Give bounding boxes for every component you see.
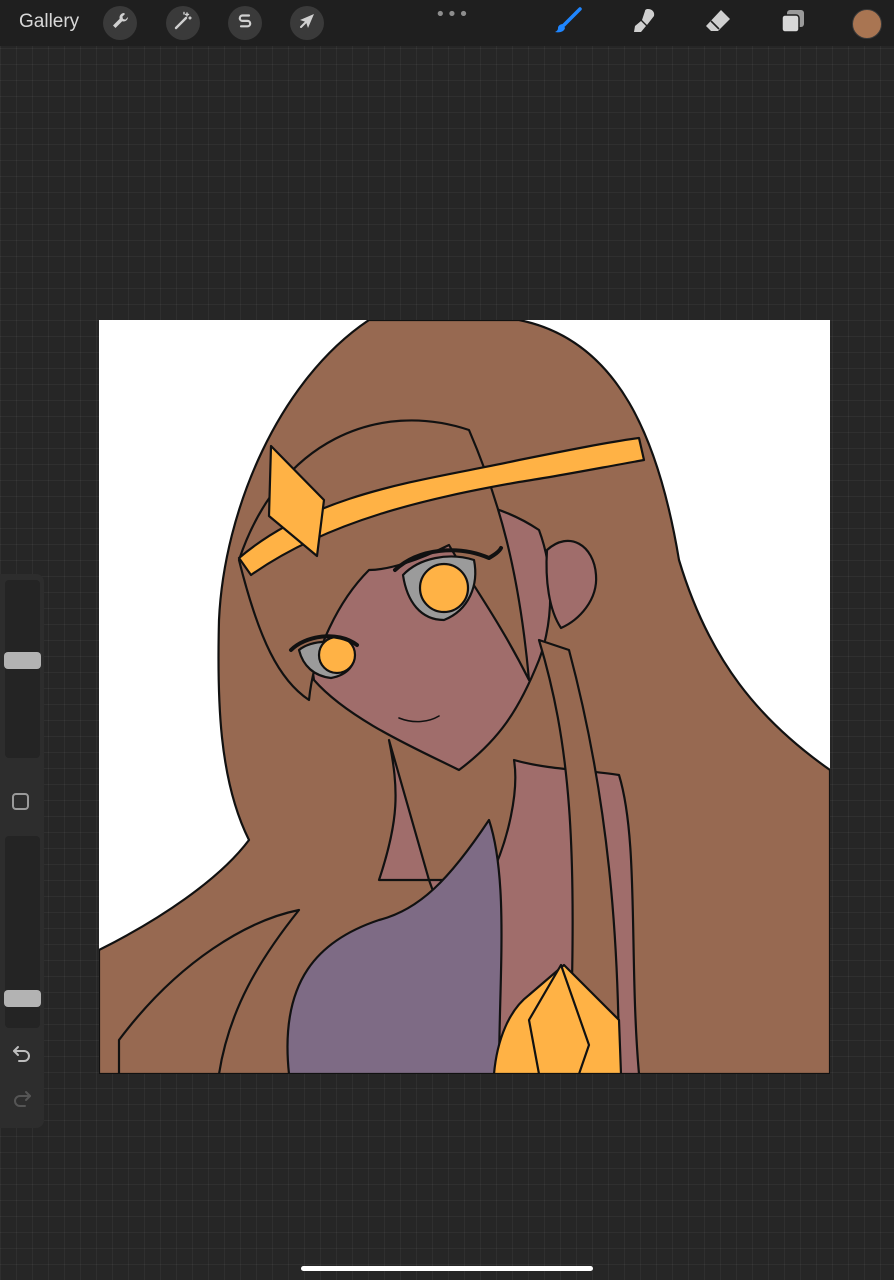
home-indicator[interactable] — [301, 1266, 593, 1271]
drawing-canvas[interactable] — [99, 320, 830, 1074]
brush-size-thumb[interactable] — [4, 652, 41, 670]
opacity-thumb[interactable] — [4, 990, 41, 1007]
eraser-icon — [703, 6, 733, 41]
modify-button[interactable] — [12, 793, 29, 810]
gallery-button[interactable]: Gallery — [19, 11, 79, 33]
redo-button[interactable] — [10, 1089, 34, 1113]
arrow-cursor-icon — [297, 11, 317, 36]
redo-icon — [11, 1088, 33, 1115]
layers-button[interactable] — [777, 7, 809, 39]
undo-button[interactable] — [10, 1044, 34, 1068]
selection-button[interactable] — [228, 6, 262, 40]
magic-wand-icon — [173, 11, 193, 36]
iris-1 — [418, 562, 470, 614]
color-picker-button[interactable] — [852, 9, 882, 39]
paint-tool-button[interactable] — [552, 6, 584, 41]
top-toolbar: Gallery ••• — [0, 0, 894, 46]
smudge-icon — [628, 6, 658, 41]
artwork — [99, 320, 830, 1074]
selection-s-icon — [235, 11, 255, 36]
more-options-button[interactable]: ••• — [435, 4, 470, 25]
layers-icon — [778, 6, 808, 41]
left-sidebar — [0, 574, 44, 1128]
erase-tool-button[interactable] — [702, 7, 734, 39]
wrench-icon — [110, 11, 130, 36]
brush-icon — [553, 6, 583, 41]
actions-button[interactable] — [103, 6, 137, 40]
undo-icon — [11, 1043, 33, 1070]
smudge-tool-button[interactable] — [627, 7, 659, 39]
transform-button[interactable] — [290, 6, 324, 40]
adjustments-button[interactable] — [166, 6, 200, 40]
